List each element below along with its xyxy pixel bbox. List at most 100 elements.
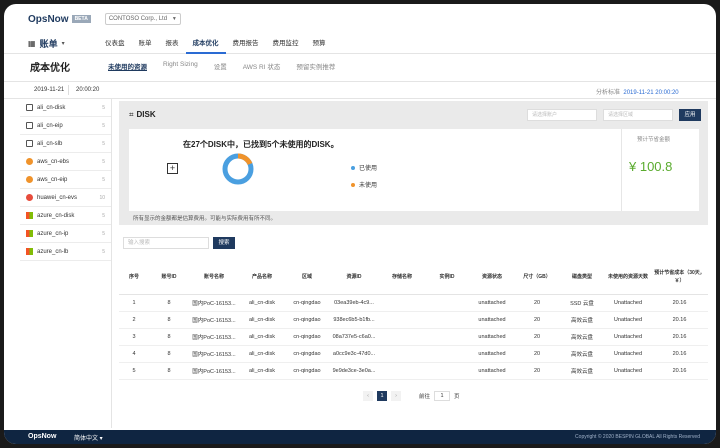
nav-item[interactable]: 成本优化 (185, 34, 226, 54)
column-header[interactable]: 未使用的资源天数 (605, 260, 651, 295)
huawei-icon (26, 194, 33, 201)
table-cell: 2 (119, 311, 149, 329)
tab-item[interactable]: AWS RI 状态 (235, 61, 289, 71)
table-cell: 20.16 (651, 362, 708, 380)
table-cell: Unattached (605, 328, 651, 346)
table-cell: ali_cn-disk (239, 345, 285, 363)
time-field[interactable]: 20:00:20 (76, 87, 99, 93)
azure-icon (26, 230, 33, 237)
table-cell: 20.16 (651, 294, 708, 312)
goto-page-input[interactable]: 1 (434, 391, 451, 401)
table-cell: 国内PoC-16153... (189, 345, 239, 363)
column-header[interactable]: 资源状态 (469, 260, 515, 295)
language-select[interactable]: 简体中文 ▾ (74, 433, 103, 442)
table-cell: 03ea39eb-4c9... (329, 294, 379, 312)
footer-logo: OpsNow (28, 433, 57, 440)
sidebar-item[interactable]: aws_cn-eip 5 (20, 171, 111, 189)
sidebar-item[interactable]: ali_cn-disk 5 (20, 99, 111, 117)
legend-unused: 未使用 (351, 180, 377, 189)
tab-item[interactable]: 设置 (206, 61, 235, 71)
column-header[interactable]: 资源ID (329, 260, 379, 295)
column-header[interactable]: 账号ID (149, 260, 189, 295)
nav-item[interactable]: 预算 (306, 34, 333, 54)
sidebar-item[interactable]: azure_cn-lb 5 (20, 243, 111, 261)
search-button[interactable]: 搜索 (213, 237, 235, 249)
sidebar-item-count: 5 (102, 122, 105, 129)
table-cell: 08a737e5-c6a0... (329, 328, 379, 346)
sidebar-item[interactable]: azure_cn-disk 5 (20, 207, 111, 225)
nav-item[interactable]: 报表 (159, 34, 186, 54)
date-field[interactable]: 2019-11-21 (34, 87, 64, 93)
table-cell (379, 294, 425, 312)
nav-item[interactable]: 费用报告 (226, 34, 266, 54)
column-header[interactable]: 尺寸（GB） (515, 260, 559, 295)
expand-icon[interactable]: + (167, 163, 178, 174)
table-cell: 9e9de3ce-3e0a... (329, 362, 379, 380)
account-select[interactable]: 请选择账户 (527, 109, 597, 121)
sidebar-item[interactable]: aws_cn-ebs 5 (20, 153, 111, 171)
sidebar-item[interactable]: huawei_cn-evs 10 (20, 189, 111, 207)
apply-button[interactable]: 应用 (679, 109, 701, 121)
aws-icon (26, 158, 33, 165)
table-row[interactable]: 4 8 国内PoC-16153... ali_cn-disk cn-qingdao a0c… (119, 345, 708, 363)
nav-item[interactable]: 账单 (132, 34, 159, 54)
table-row[interactable]: 2 8 国内PoC-16153... ali_cn-disk cn-qingdao 938… (119, 311, 708, 329)
goto-label: 前往 (419, 394, 431, 400)
table-cell: 3 (119, 328, 149, 346)
sidebar-item-count: 5 (102, 248, 105, 255)
analysis-reference: 分析标准 2019-11-21 20:00:20 (596, 90, 679, 96)
sidebar-item[interactable]: ali_cn-eip 5 (20, 117, 111, 135)
column-header[interactable]: 实例ID (425, 260, 469, 295)
column-header[interactable]: 磁盘类型 (559, 260, 605, 295)
tab-item[interactable]: 未使用的资源 (100, 61, 155, 71)
resource-table: 序号 账号ID 账号名称 产品名称 区域 资源ID 存储名称 实例ID 资源状态 尺寸（GB） 磁盘… (119, 260, 708, 380)
sidebar-item-label: huawei_cn-evs (37, 194, 78, 201)
page-current[interactable]: 1 (377, 391, 387, 401)
column-header[interactable]: 存储名称 (379, 260, 425, 295)
azure-icon (26, 248, 33, 255)
table-row[interactable]: 5 8 国内PoC-16153... ali_cn-disk cn-qingdao 9e9… (119, 362, 708, 380)
nav-item[interactable]: 费用监控 (266, 34, 306, 54)
org-select[interactable]: CONTOSO Corp., Ltd ▼ (104, 13, 181, 25)
sidebar-item[interactable]: ali_cn-slb 5 (20, 135, 111, 153)
nav-item[interactable]: 仪表盘 (98, 34, 132, 54)
column-header[interactable]: 区域 (285, 260, 329, 295)
table-row[interactable]: 3 8 国内PoC-16153... ali_cn-disk cn-qingdao 08a… (119, 328, 708, 346)
sidebar-item[interactable]: azure_cn-ip 5 (20, 225, 111, 243)
search-input[interactable]: 输入搜索 (123, 237, 209, 249)
next-page-button[interactable]: › (391, 391, 401, 401)
column-header[interactable]: 预计节省成本（30天，￥） (651, 260, 708, 295)
brand-logo[interactable]: OpsNow BETA (28, 14, 91, 25)
table-cell: ali_cn-disk (239, 311, 285, 329)
box-icon (26, 122, 33, 129)
box-icon: ⌗ (129, 110, 134, 119)
column-header[interactable]: 序号 (119, 260, 149, 295)
aws-icon (26, 176, 33, 183)
table-cell: 国内PoC-16153... (189, 311, 239, 329)
column-header[interactable]: 账号名称 (189, 260, 239, 295)
tab-item[interactable]: Right Sizing (155, 61, 206, 71)
main-content: ⌗ DISK 请选择账户 请选择区域 应用 在27个DISK中，已找到5个未使用的… (113, 99, 716, 428)
table-cell: SSD 云盘 (559, 294, 605, 312)
table-cell: 高效云盘 (559, 311, 605, 329)
table-cell: 20.16 (651, 345, 708, 363)
table-cell: 938ec6b5-b1fb... (329, 311, 379, 329)
region-select[interactable]: 请选择区域 (603, 109, 673, 121)
section-switcher[interactable]: ▦ 账单 ▾ (28, 37, 98, 50)
table-row[interactable]: 1 8 国内PoC-16153... ali_cn-disk cn-qingdao 03e… (119, 294, 708, 312)
estimated-savings-label: 预计节省金额 (637, 137, 671, 143)
tab-item[interactable]: 预留实例推荐 (288, 61, 343, 71)
table-cell: unattached (469, 345, 515, 363)
prev-page-button[interactable]: ‹ (363, 391, 373, 401)
top-bar: OpsNow BETA CONTOSO Corp., Ltd ▼ (4, 4, 716, 34)
legend-used: 已使用 (351, 163, 377, 172)
sidebar-item-count: 5 (102, 158, 105, 165)
table-cell: unattached (469, 362, 515, 380)
table-cell: Unattached (605, 311, 651, 329)
column-header[interactable]: 产品名称 (239, 260, 285, 295)
table-cell: 8 (149, 294, 189, 312)
table-cell (379, 362, 425, 380)
table-cell: 20 (515, 294, 559, 312)
divider (68, 85, 69, 95)
main-nav: ▦ 账单 ▾ 仪表盘 账单 报表 成本优化 费用报告 费用监控 预算 (4, 34, 716, 54)
